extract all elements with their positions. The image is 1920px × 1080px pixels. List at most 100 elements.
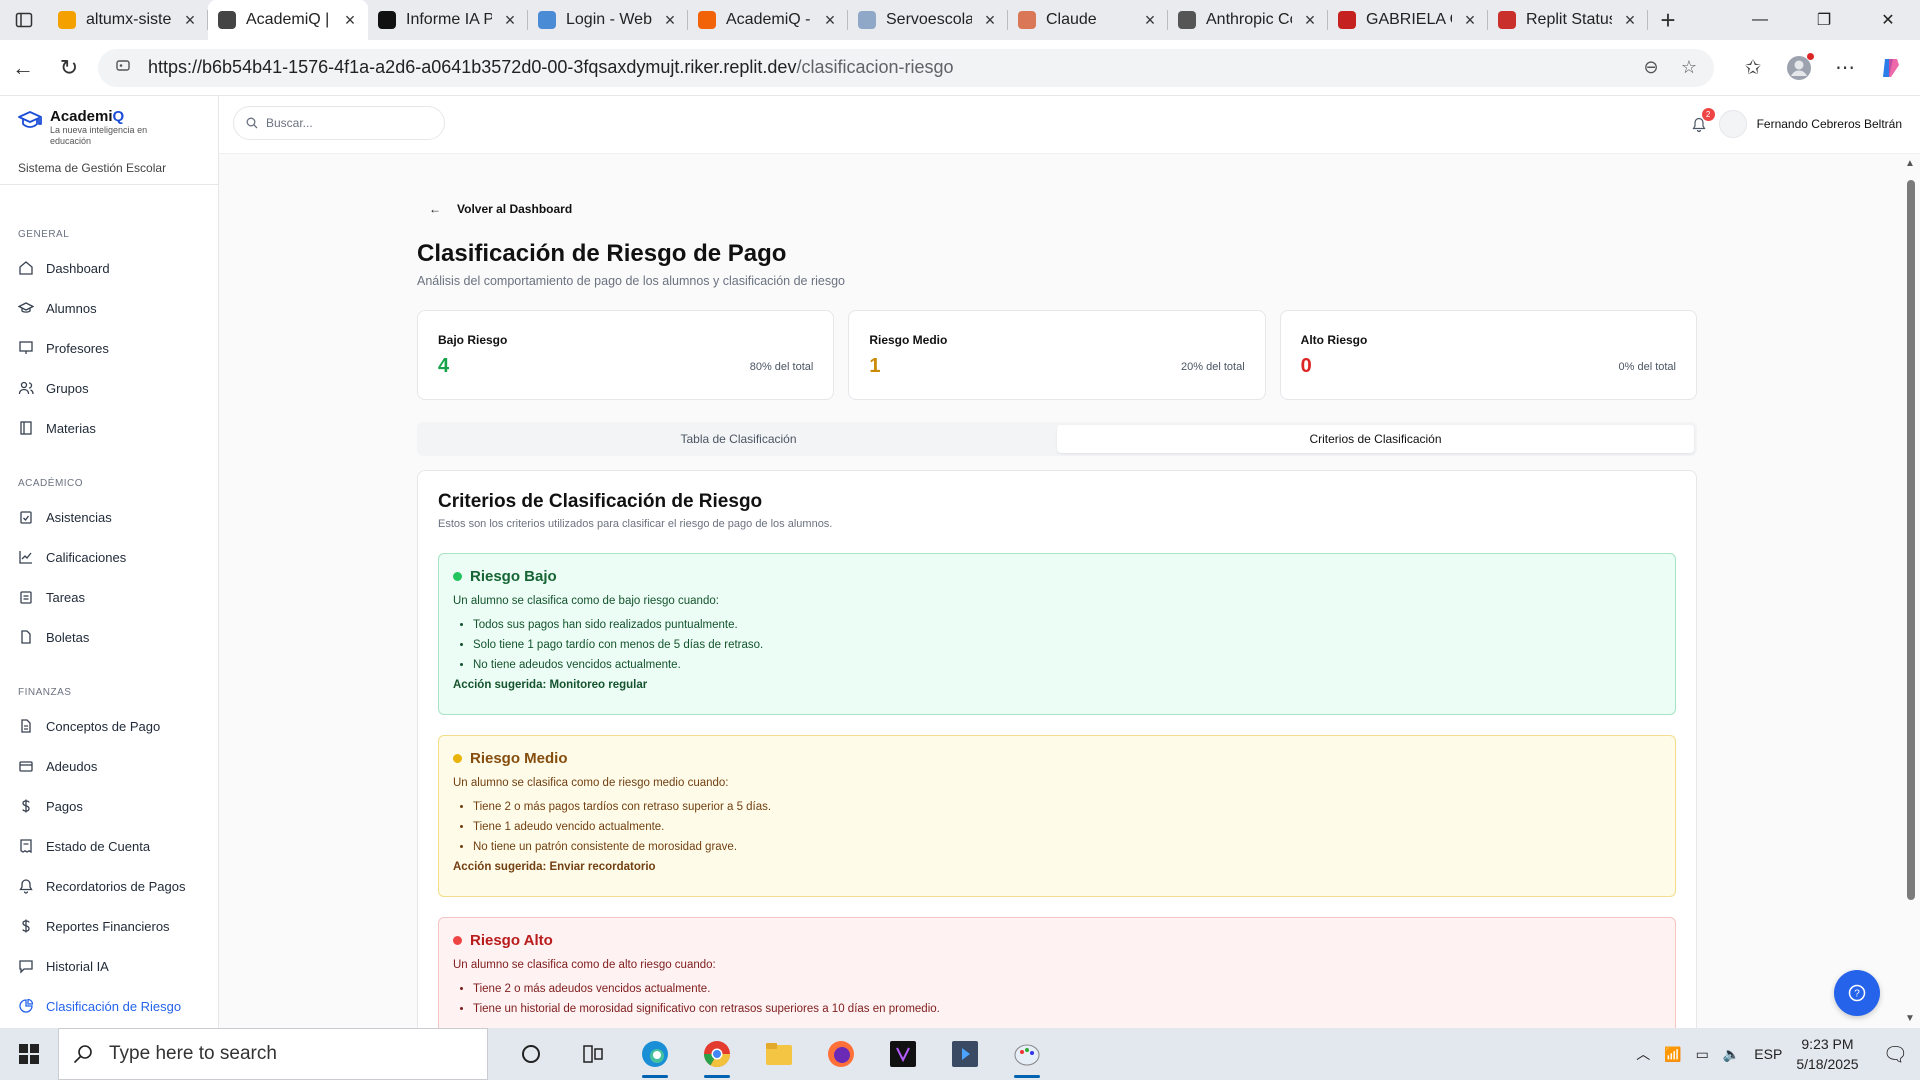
predator-app-icon[interactable]	[872, 1028, 934, 1080]
status-dot-icon	[453, 572, 462, 581]
cortana-icon[interactable]	[500, 1028, 562, 1080]
profile-icon[interactable]	[1780, 49, 1818, 87]
close-tab-icon[interactable]: ×	[1622, 10, 1638, 31]
sidebar-item-conceptos-de-pago[interactable]: Conceptos de Pago	[0, 706, 218, 746]
scroll-down-icon[interactable]: ▼	[1905, 1013, 1915, 1024]
site-info-icon[interactable]	[110, 57, 136, 78]
close-tab-icon[interactable]: ×	[982, 10, 998, 31]
close-tab-icon[interactable]: ×	[822, 10, 838, 31]
browser-tab[interactable]: Anthropic Console ×	[1168, 0, 1328, 40]
zoom-icon[interactable]: ⊖	[1638, 57, 1664, 78]
sidebar-item-historial-ia[interactable]: Historial IA	[0, 946, 218, 986]
browser-tab[interactable]: Servoescolar ×	[848, 0, 1008, 40]
risk-rule: Solo tiene 1 pago tardío con menos de 5 …	[473, 635, 1661, 655]
tab-title: Informe IA Pagos	[406, 11, 492, 28]
clock[interactable]: 9:23 PM 5/18/2025	[1796, 1034, 1858, 1074]
browser-tab[interactable]: AcademiQ | Sistema ×	[208, 0, 368, 40]
risk-rule: Tiene 1 adeudo vencido actualmente.	[473, 817, 1661, 837]
sidebar-item-materias[interactable]: Materias	[0, 408, 218, 448]
clipboard-check-icon	[20, 511, 32, 524]
sidebar-item-calificaciones[interactable]: Calificaciones	[0, 537, 218, 577]
sidebar-item-asistencias[interactable]: Asistencias	[0, 497, 218, 537]
firefox-icon[interactable]	[810, 1028, 872, 1080]
reload-button[interactable]: ↻	[46, 48, 92, 88]
close-tab-icon[interactable]: ×	[662, 10, 678, 31]
task-view-icon[interactable]	[562, 1028, 624, 1080]
search-input[interactable]: Buscar...	[233, 106, 445, 140]
browser-tab[interactable]: Login - Web ×	[528, 0, 688, 40]
risk-level-header: Riesgo Medio	[453, 750, 1661, 767]
start-button[interactable]	[0, 1028, 58, 1080]
restore-button[interactable]: ❐	[1792, 0, 1856, 40]
edge-taskbar-icon[interactable]	[624, 1028, 686, 1080]
back-to-dashboard-link[interactable]: ← Volver al Dashboard	[429, 202, 572, 216]
back-label: Volver al Dashboard	[457, 202, 573, 216]
browser-tab[interactable]: Informe IA Pagos ×	[368, 0, 528, 40]
sidebar-item-profesores[interactable]: Profesores	[0, 328, 218, 368]
status-dot-icon	[453, 754, 462, 763]
tab-criterios-de-clasificacion[interactable]: Criterios de Clasificación	[1057, 425, 1694, 453]
scroll-thumb[interactable]	[1907, 180, 1915, 900]
file-explorer-icon[interactable]	[748, 1028, 810, 1080]
browser-tab[interactable]: AcademiQ - Replit ×	[688, 0, 848, 40]
close-tab-icon[interactable]: ×	[342, 10, 358, 31]
sidebar-item-boletas[interactable]: Boletas	[0, 617, 218, 657]
taskbar-search[interactable]: Type here to search	[58, 1028, 488, 1080]
close-tab-icon[interactable]: ×	[1462, 10, 1478, 31]
sidebar-item-clasificacion-de-riesgo[interactable]: Clasificación de Riesgo	[0, 986, 218, 1026]
tab-actions-button[interactable]	[0, 0, 48, 40]
scroll-up-icon[interactable]: ▲	[1905, 158, 1915, 169]
new-tab-button[interactable]: +	[1648, 0, 1688, 40]
tab-title: AcademiQ | Sistema	[246, 11, 332, 28]
browser-tab[interactable]: Replit Status ×	[1488, 0, 1648, 40]
sidebar-item-pagos[interactable]: Pagos	[0, 786, 218, 826]
user-name[interactable]: Fernando Cebreros Beltrán	[1757, 117, 1902, 131]
pie-chart-icon	[19, 998, 34, 1013]
risk-level-name: Riesgo Bajo	[470, 568, 557, 585]
help-button[interactable]: ?	[1834, 970, 1880, 1016]
browser-tab[interactable]: Claude ×	[1008, 0, 1168, 40]
back-button[interactable]: ←	[0, 48, 46, 88]
sidebar-item-recordatorios-de-pagos[interactable]: Recordatorios de Pagos	[0, 866, 218, 906]
language-indicator[interactable]: ESP	[1754, 1046, 1782, 1062]
brand[interactable]: AcademiQ La nueva inteligencia en educac…	[0, 96, 218, 175]
sidebar-item-reportes-financieros[interactable]: Reportes Financieros	[0, 906, 218, 946]
sidebar-item-grupos[interactable]: Grupos	[0, 368, 218, 408]
notification-center-icon[interactable]: 🗨	[1883, 1042, 1908, 1067]
sidebar-item-label: Estado de Cuenta	[46, 838, 151, 854]
more-options-icon[interactable]: ⋯	[1826, 49, 1864, 87]
sidebar-item-adeudos[interactable]: Adeudos	[0, 746, 218, 786]
chrome-taskbar-icon[interactable]	[686, 1028, 748, 1080]
volume-icon[interactable]: 🔈	[1723, 1046, 1740, 1063]
close-tab-icon[interactable]: ×	[1302, 10, 1318, 31]
risk-level-header: Riesgo Alto	[453, 932, 1661, 949]
minimize-button[interactable]: —	[1728, 0, 1792, 40]
tab-tabla-de-clasificacion[interactable]: Tabla de Clasificación	[420, 425, 1057, 453]
app-launcher-icon[interactable]	[934, 1028, 996, 1080]
copilot-icon[interactable]	[1872, 49, 1910, 87]
chevron-up-icon[interactable]: ︿	[1636, 1044, 1650, 1064]
close-tab-icon[interactable]: ×	[182, 10, 198, 31]
browser-tab[interactable]: GABRIELA GARCIA ×	[1328, 0, 1488, 40]
battery-icon[interactable]: ▭	[1696, 1046, 1709, 1063]
favorite-star-icon[interactable]: ☆	[1676, 57, 1702, 78]
address-bar[interactable]: https://b6b54b41-1576-4f1a-a2d6-a0641b35…	[98, 48, 1714, 87]
sidebar-item-alumnos[interactable]: Alumnos	[0, 288, 218, 328]
favorites-icon[interactable]: ✩	[1734, 49, 1772, 87]
paint-app-icon[interactable]	[996, 1028, 1058, 1080]
wifi-icon[interactable]: 📶	[1664, 1046, 1681, 1063]
sidebar-item-label: Dashboard	[46, 260, 110, 276]
sidebar-item-tareas[interactable]: Tareas	[0, 577, 218, 617]
close-window-button[interactable]: ✕	[1856, 0, 1920, 40]
close-tab-icon[interactable]: ×	[502, 10, 518, 31]
sidebar-item-dashboard[interactable]: Dashboard	[0, 248, 218, 288]
sidebar-item-label: Reportes Financieros	[46, 918, 170, 934]
close-tab-icon[interactable]: ×	[1142, 10, 1158, 31]
page-scrollbar[interactable]: ▲ ▼	[1901, 154, 1920, 1028]
notifications-button[interactable]: 2	[1689, 108, 1715, 134]
browser-tab[interactable]: altumx-sistema ×	[48, 0, 208, 40]
avatar[interactable]	[1718, 110, 1747, 138]
risk-rule: Tiene 2 o más pagos tardíos con retraso …	[473, 797, 1661, 817]
sidebar-item-estado-de-cuenta[interactable]: Estado de Cuenta	[0, 826, 218, 866]
app-root: AcademiQ La nueva inteligencia en educac…	[0, 96, 1920, 1028]
